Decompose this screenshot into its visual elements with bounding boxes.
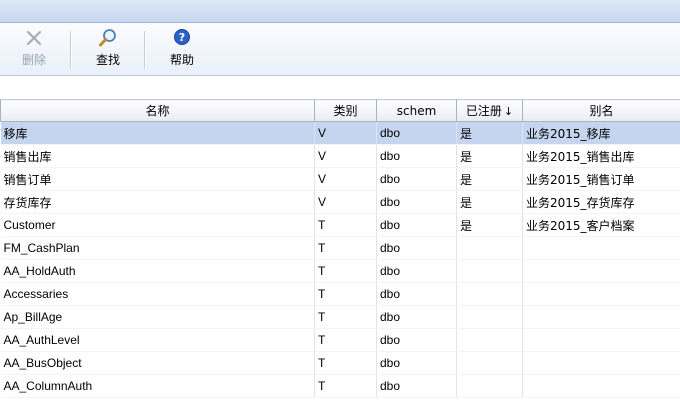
cell-alias [522, 282, 680, 306]
cell-alias [522, 351, 680, 375]
cell-type: T [314, 328, 377, 352]
cell-registered [456, 328, 523, 352]
cell-type: T [314, 282, 377, 306]
cell-type: T [314, 236, 377, 260]
table-row[interactable]: FM_CashPlan T dbo [0, 236, 680, 260]
table-row[interactable]: AA_ColumnAuth T dbo [0, 374, 680, 398]
cell-registered: 是 [456, 213, 523, 237]
delete-button[interactable]: 删除 [8, 27, 60, 71]
help-button-label: 帮助 [169, 53, 194, 67]
table-row[interactable]: Customer T dbo 是 业务2015_客户档案 [0, 213, 680, 237]
toolbar-separator [144, 31, 146, 69]
cell-name: AA_ColumnAuth [0, 374, 315, 398]
find-button-label: 查找 [95, 53, 120, 67]
table-row[interactable]: AA_AuthLevel T dbo [0, 328, 680, 352]
find-button[interactable]: 查找 [82, 27, 134, 71]
table-row[interactable]: 存货库存 V dbo 是 业务2015_存货库存 [0, 190, 680, 214]
cell-name: 销售订单 [0, 167, 315, 191]
cell-registered: 是 [456, 167, 523, 191]
column-header-type[interactable]: 类别 [314, 99, 377, 122]
cell-registered [456, 305, 523, 329]
cell-alias [522, 305, 680, 329]
table-row[interactable]: 销售订单 V dbo 是 业务2015_销售订单 [0, 167, 680, 191]
cell-registered [456, 374, 523, 398]
table-row[interactable]: Accessaries T dbo [0, 282, 680, 306]
column-header-name[interactable]: 名称 [0, 99, 315, 122]
cell-registered [456, 236, 523, 260]
cell-alias [522, 328, 680, 352]
cell-schema: dbo [376, 121, 457, 145]
cell-registered [456, 351, 523, 375]
column-header-registered-label: 已注册 [465, 104, 502, 118]
column-header-schema[interactable]: schem [376, 99, 457, 122]
delete-icon [26, 30, 42, 46]
cell-name: Ap_BillAge [0, 305, 315, 329]
cell-type: T [314, 213, 377, 237]
cell-schema: dbo [376, 144, 457, 168]
column-header-alias[interactable]: 别名 [522, 99, 680, 122]
table-row[interactable]: AA_BusObject T dbo [0, 351, 680, 375]
cell-alias [522, 374, 680, 398]
cell-alias: 业务2015_销售订单 [522, 167, 680, 191]
svg-text:?: ? [179, 31, 185, 44]
cell-registered [456, 259, 523, 283]
cell-type: V [314, 144, 377, 168]
table-header-row: 名称 类别 schem 已注册 ↓ 别名 [0, 99, 680, 122]
window-title-bar [0, 0, 680, 23]
cell-registered [456, 282, 523, 306]
cell-schema: dbo [376, 305, 457, 329]
column-header-registered[interactable]: 已注册 ↓ [456, 99, 523, 122]
toolbar-separator [70, 31, 72, 69]
cell-name: FM_CashPlan [0, 236, 315, 260]
cell-schema: dbo [376, 167, 457, 191]
cell-type: V [314, 167, 377, 191]
cell-registered: 是 [456, 144, 523, 168]
sort-descending-icon: ↓ [503, 105, 514, 118]
cell-alias [522, 236, 680, 260]
cell-name: 销售出库 [0, 144, 315, 168]
cell-name: AA_BusObject [0, 351, 315, 375]
cell-alias [522, 259, 680, 283]
cell-name: Accessaries [0, 282, 315, 306]
cell-schema: dbo [376, 236, 457, 260]
cell-name: 移库 [0, 121, 315, 145]
cell-alias: 业务2015_移库 [522, 121, 680, 145]
cell-type: T [314, 259, 377, 283]
cell-name: 存货库存 [0, 190, 315, 214]
cell-alias: 业务2015_客户档案 [522, 213, 680, 237]
help-icon: ? [174, 29, 190, 45]
cell-schema: dbo [376, 282, 457, 306]
cell-schema: dbo [376, 259, 457, 283]
cell-schema: dbo [376, 213, 457, 237]
toolbar: 删除 查找 ? 帮助 [0, 23, 680, 76]
cell-schema: dbo [376, 328, 457, 352]
cell-registered: 是 [456, 190, 523, 214]
cell-type: V [314, 121, 377, 145]
help-button[interactable]: ? 帮助 [156, 27, 208, 71]
cell-type: T [314, 351, 377, 375]
cell-alias: 业务2015_存货库存 [522, 190, 680, 214]
table-row[interactable]: AA_HoldAuth T dbo [0, 259, 680, 283]
cell-registered: 是 [456, 121, 523, 145]
cell-type: T [314, 305, 377, 329]
cell-schema: dbo [376, 351, 457, 375]
toolbar-gap [0, 76, 680, 98]
cell-schema: dbo [376, 374, 457, 398]
cell-schema: dbo [376, 190, 457, 214]
table-row[interactable]: Ap_BillAge T dbo [0, 305, 680, 329]
delete-button-label: 删除 [21, 53, 46, 67]
table-row[interactable]: 销售出库 V dbo 是 业务2015_销售出库 [0, 144, 680, 168]
magnifier-icon [99, 29, 116, 47]
cell-name: AA_AuthLevel [0, 328, 315, 352]
cell-name: Customer [0, 213, 315, 237]
table-row[interactable]: 移库 V dbo 是 业务2015_移库 [0, 121, 680, 145]
object-table: 名称 类别 schem 已注册 ↓ 别名 移库 V dbo 是 业务2015_移库… [0, 99, 680, 398]
cell-alias: 业务2015_销售出库 [522, 144, 680, 168]
cell-name: AA_HoldAuth [0, 259, 315, 283]
cell-type: V [314, 190, 377, 214]
cell-type: T [314, 374, 377, 398]
